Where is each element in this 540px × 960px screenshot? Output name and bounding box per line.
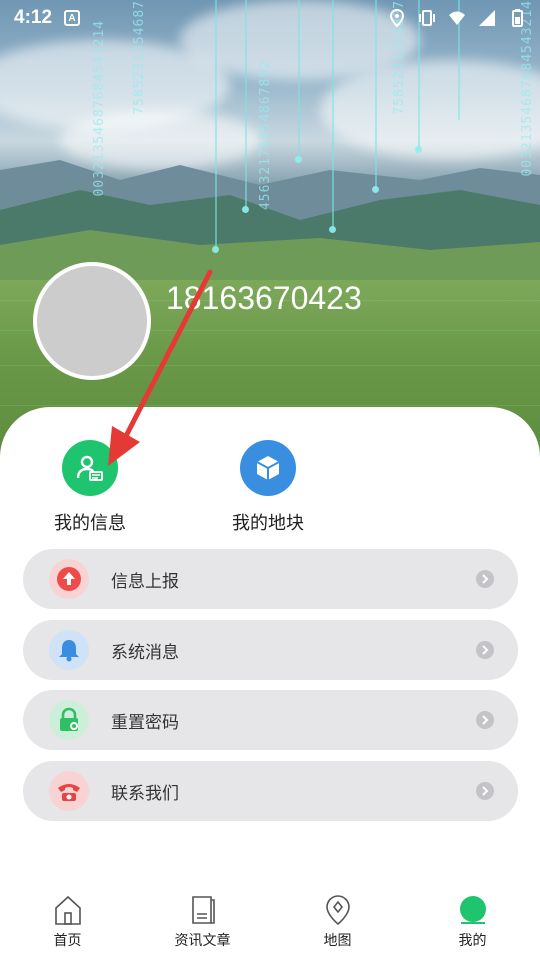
digital-text: 45632176854867892 (258, 60, 273, 211)
bottom-nav: 首页 资讯文章 地图 我的 (0, 890, 540, 960)
user-info-icon (62, 440, 118, 496)
nav-articles[interactable]: 资讯文章 (135, 890, 270, 960)
location-icon (389, 9, 405, 27)
menu-label: 系统消息 (111, 642, 179, 662)
home-icon (54, 895, 81, 925)
menu-item-messages[interactable]: 系统消息 (23, 620, 518, 680)
nav-label: 我的 (458, 932, 487, 948)
nav-home[interactable]: 首页 (0, 890, 135, 960)
bell-icon (49, 630, 89, 670)
chevron-right-icon (476, 570, 494, 588)
avatar[interactable] (33, 262, 151, 380)
lock-icon (49, 700, 89, 740)
signal-icon (479, 10, 495, 26)
nav-mine[interactable]: 我的 (405, 890, 540, 960)
hero-banner: 00321354687684543214 7585231354687 45632… (0, 0, 540, 470)
wifi-icon (449, 11, 465, 25)
menu-label: 重置密码 (111, 712, 179, 732)
nav-label: 资讯文章 (174, 932, 231, 948)
menu-item-contact-us[interactable]: 联系我们 (23, 761, 518, 821)
my-plot-button[interactable]: 我的地块 (208, 440, 328, 535)
digital-text: 00321354687684543214 (92, 20, 107, 197)
my-plot-label: 我的地块 (232, 513, 304, 533)
chevron-right-icon (476, 711, 494, 729)
nav-label: 地图 (323, 932, 352, 948)
nav-map[interactable]: 地图 (270, 890, 405, 960)
map-pin-icon (325, 895, 350, 926)
menu-label: 联系我们 (111, 783, 179, 803)
phone-icon (49, 771, 89, 811)
nav-label: 首页 (53, 932, 82, 948)
status-time: 4:12 (14, 7, 53, 28)
my-info-button[interactable]: 我的信息 (30, 440, 150, 535)
menu-item-report[interactable]: 信息上报 (23, 549, 518, 609)
menu-item-reset-password[interactable]: 重置密码 (23, 690, 518, 750)
upload-icon (49, 559, 89, 599)
vibrate-icon (419, 10, 435, 26)
status-bar: 4:12 A (0, 0, 540, 36)
menu-label: 信息上报 (111, 571, 179, 591)
phone-number: 18163670423 (166, 280, 362, 316)
profile-icon (459, 896, 486, 924)
article-icon (191, 896, 215, 924)
cube-icon (240, 440, 296, 496)
my-info-label: 我的信息 (54, 513, 126, 533)
battery-icon (512, 9, 523, 27)
chevron-right-icon (476, 782, 494, 800)
keyboard-a-icon: A (64, 10, 81, 26)
chevron-right-icon (476, 641, 494, 659)
